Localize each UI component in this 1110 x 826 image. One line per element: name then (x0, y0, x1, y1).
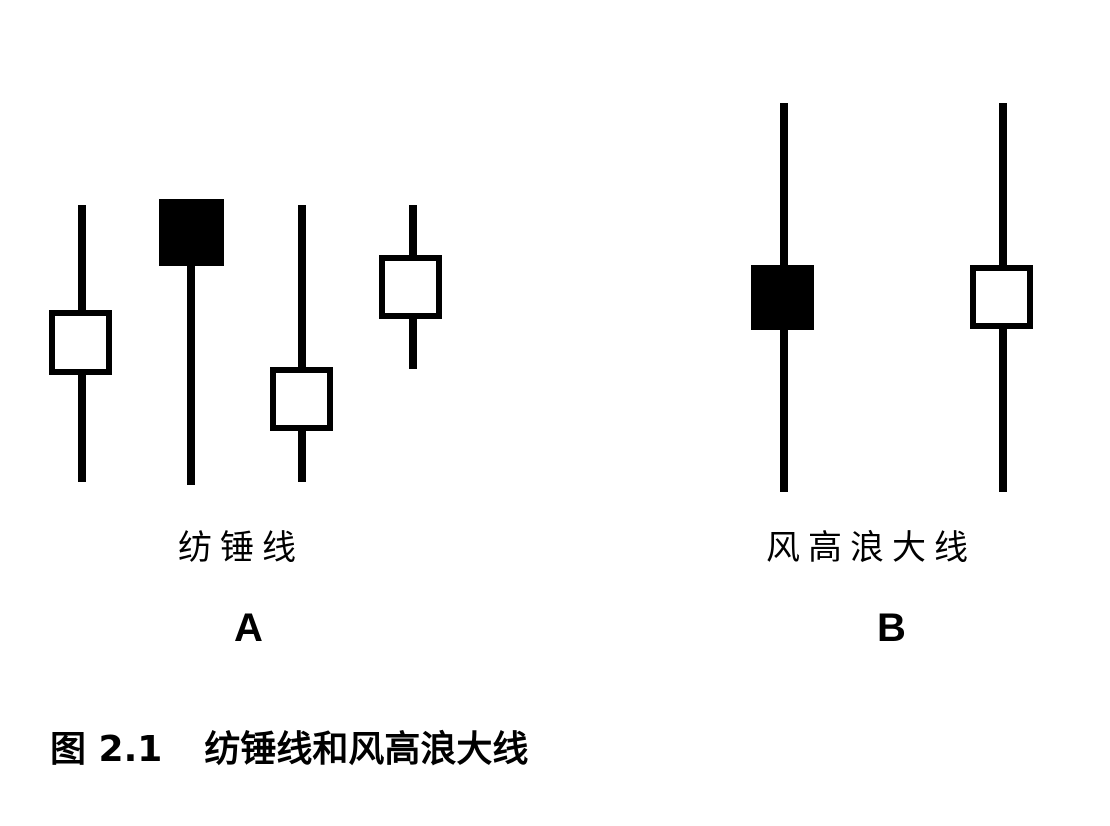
candle-a4-hollow (379, 205, 442, 369)
high-wave-group (751, 103, 1033, 492)
figure-number: 图 2.1 (50, 729, 163, 770)
spinning-top-label: 纺锤线 (178, 528, 304, 568)
high-wave-label: 风高浪大线 (766, 528, 976, 568)
figure-caption: 图 2.1 纺锤线和风高浪大线 (50, 720, 528, 772)
candle-body (270, 367, 333, 431)
candle-a1-hollow (49, 205, 112, 482)
panel-a-letter: A (234, 606, 263, 650)
candle-body (379, 255, 442, 319)
panel-b-letter: B (877, 606, 906, 650)
spinning-top-group (49, 199, 442, 485)
candle-a2-filled (159, 199, 224, 485)
candle-body (159, 199, 224, 266)
candle-body (751, 265, 814, 330)
candlestick-figure (49, 103, 1033, 492)
candle-a3-hollow (270, 205, 333, 482)
figure-caption-text: 纺锤线和风高浪大线 (204, 729, 529, 770)
candle-body (970, 265, 1033, 329)
candle-b2-hollow (970, 103, 1033, 492)
candle-b1-filled (751, 103, 814, 492)
candle-body (49, 310, 112, 375)
